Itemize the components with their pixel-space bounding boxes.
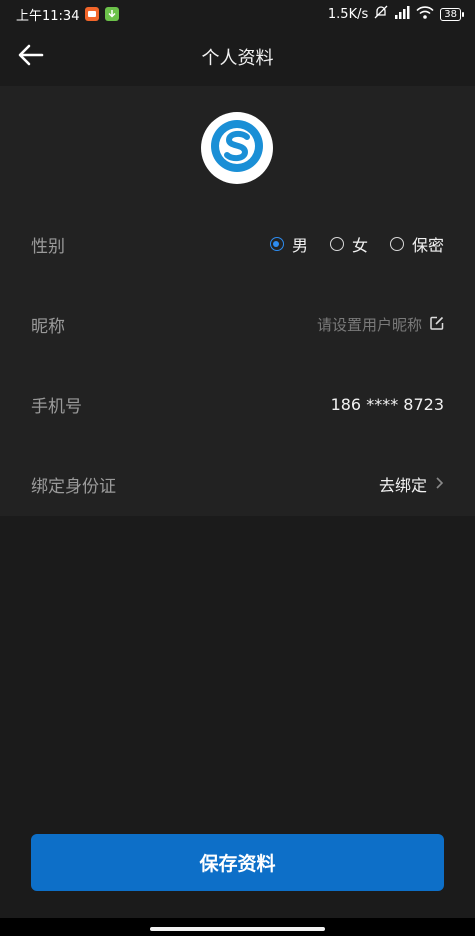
back-button[interactable] [14,40,48,74]
gender-row: 性别 男 女 保密 [0,204,475,284]
gender-option-male[interactable]: 男 [269,232,308,256]
phone-label: 手机号 [31,396,82,417]
gender-option-label: 男 [291,236,308,255]
avatar[interactable] [201,112,273,184]
gender-option-female[interactable]: 女 [329,232,368,256]
network-speed: 1.5K/s [327,6,369,22]
chevron-right-icon [435,475,444,494]
wifi-icon [416,5,434,23]
gender-option-label: 保密 [411,236,444,255]
gender-radio-group: 男 女 保密 [269,232,444,256]
home-indicator[interactable] [150,927,325,931]
notification-app-icon [85,7,100,21]
arrow-left-icon [18,44,44,70]
edit-icon[interactable] [430,315,444,334]
download-icon [105,7,120,21]
battery-icon: 38 [440,7,464,21]
app-logo [209,118,265,178]
status-bar: 上午11:34 1.5K/s 38 [0,0,475,28]
nickname-field[interactable]: 请设置用户昵称 [317,314,422,335]
profile-section: 性别 男 女 保密 昵称 请设置用户昵称 手机号 186 **** 8723 绑… [0,86,475,516]
phone-row: 手机号 186 **** 8723 [0,364,475,444]
id-binding-row[interactable]: 绑定身份证 去绑定 [0,444,475,524]
status-time: 上午11:34 [16,8,80,24]
nickname-label: 昵称 [31,316,65,337]
bind-id-link[interactable]: 去绑定 [379,472,427,496]
mute-icon [374,5,388,23]
gender-label: 性别 [31,236,65,257]
nickname-row[interactable]: 昵称 请设置用户昵称 [0,284,475,364]
signal-icon [394,5,410,23]
app-bar: 个人资料 [0,28,475,86]
id-binding-label: 绑定身份证 [31,476,116,497]
gender-option-label: 女 [351,236,368,255]
phone-value: 186 **** 8723 [330,394,444,414]
radio-icon [389,237,404,251]
radio-selected-icon [269,237,284,251]
gender-option-private[interactable]: 保密 [389,232,444,256]
radio-icon [329,237,344,251]
save-profile-button[interactable]: 保存资料 [31,834,444,891]
page-title: 个人资料 [201,48,274,69]
